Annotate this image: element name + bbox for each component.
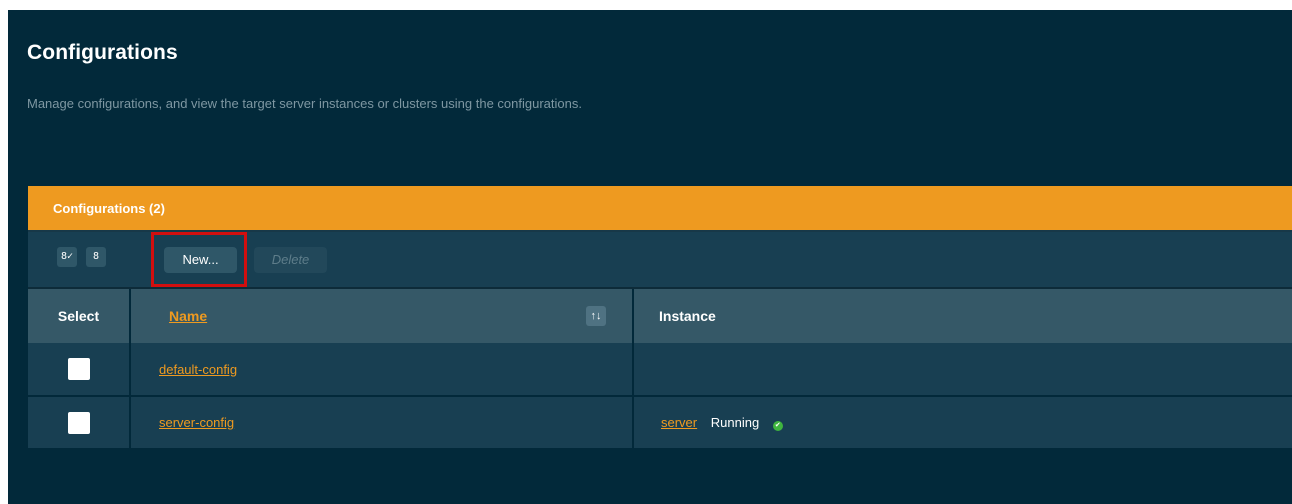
configurations-table: Configurations (2) 8✓ 8 New... Delete Se… [28,186,1292,450]
name-cell: default-config [130,343,634,397]
name-cell: server-config [130,396,634,450]
deselect-all-icon[interactable]: 8 [86,247,106,267]
table-caption: Configurations (2) [28,186,1292,232]
instance-link[interactable]: server [661,415,697,430]
column-header-name: Name ↑↓ [130,289,634,343]
table-header-row: Select Name ↑↓ Instance [28,289,1292,343]
table-toolbar: 8✓ 8 New... Delete [28,232,1292,289]
check-circle-icon: ✔ [772,420,783,431]
row-checkbox[interactable] [67,358,90,380]
page-description: Manage configurations, and view the targ… [27,96,582,111]
instance-header-label: Instance [659,308,716,324]
sort-icon[interactable]: ↑↓ [586,306,606,326]
select-cell [28,343,131,397]
row-checkbox[interactable] [67,411,90,434]
config-name-link[interactable]: server-config [159,415,234,430]
instance-status: Running [710,414,760,430]
instance-cell: server Running ✔ [633,396,1292,450]
table-row: default-config [28,343,1292,397]
page-title: Configurations [27,41,178,64]
delete-button[interactable]: Delete [254,247,327,273]
sort-by-name-link[interactable]: Name [169,308,207,324]
table-row: server-config server Running ✔ [28,396,1292,450]
select-cell [28,396,131,450]
select-all-icon[interactable]: 8✓ [57,247,77,267]
column-header-instance: Instance [633,289,1292,343]
config-name-link[interactable]: default-config [159,362,237,377]
configurations-grid: Select Name ↑↓ Instance default-config s… [28,289,1292,450]
instance-cell [633,343,1292,397]
column-header-select: Select [28,289,131,343]
new-button[interactable]: New... [164,247,237,273]
configurations-page: Configurations Manage configurations, an… [8,10,1292,504]
